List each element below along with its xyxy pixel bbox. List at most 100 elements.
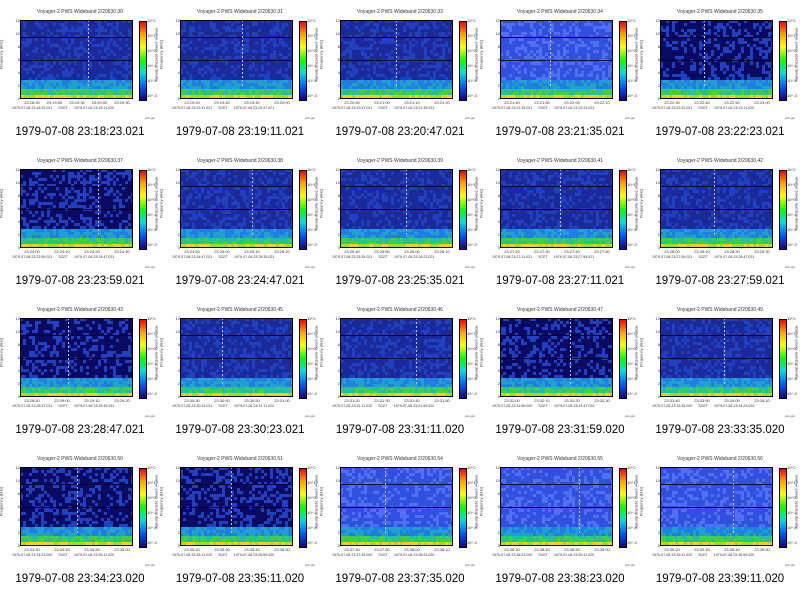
spectrogram-pixel [346,80,349,83]
tile-caption[interactable]: 1979-07-08 23:18:23.021 [0,126,160,138]
spectrogram-pixel [71,68,74,71]
spectrogram-pixel [59,229,62,232]
spectrogram-tile[interactable]: Voyager-2 PWS Wideband 2/20630.38 Frequen… [158,149,320,298]
spectrogram-pixel [415,175,418,178]
spectrogram-tile[interactable]: Voyager-2 PWS Wideband 2/20630.39 Frequen… [318,149,480,298]
spectrogram-pixel [20,235,23,238]
spectrogram-pixel [71,29,74,32]
dashed-marker [550,76,551,78]
spectrogram-pixel [44,178,47,181]
spectrogram-pixel [35,190,38,193]
spectrogram-pixel [448,214,451,217]
spectrogram-pixel [756,32,759,35]
spectrogram-pixel [113,193,116,196]
spectrogram-pixel [762,38,765,41]
spectrogram-pixel [243,50,246,53]
spectrogram-pixel [65,47,68,50]
spectrogram-pixel [584,98,587,99]
tile-caption[interactable]: 1979-07-08 23:19:11.021 [160,126,320,138]
spectrogram-pixel [403,95,406,98]
spectrogram-pixel [388,241,391,244]
spectrogram-tile[interactable]: Voyager-2 PWS Wideband 2/20630.34 Frequen… [478,0,640,149]
spectrogram-pixel [131,229,133,232]
spectrogram-pixel [445,226,448,229]
spectrogram-pixel [234,29,237,32]
dashed-marker [252,217,253,219]
spectrogram-pixel [509,229,512,232]
dashed-marker [396,56,397,58]
spectrogram-tile[interactable]: Voyager-2 PWS Wideband 2/20630.31 Frequen… [158,0,320,149]
spectrogram-pixel [53,193,56,196]
spectrogram-tile[interactable]: Voyager-2 PWS Wideband 2/20630.37 Frequen… [0,149,160,298]
spectrogram-pixel [352,86,355,89]
spectrogram-pixel [288,62,291,65]
spectrogram-pixel [397,86,400,89]
spectrogram-pixel [376,74,379,77]
spectrogram-pixel [563,98,566,99]
spectrogram-pixel [367,235,370,238]
tile-caption[interactable]: 1979-07-08 23:21:35.021 [480,126,640,138]
spectrogram-pixel [409,53,412,56]
spectrogram-pixel [536,178,539,181]
spectrogram-pixel [406,244,409,247]
spectrogram-pixel [77,80,80,83]
tile-caption[interactable]: 1979-07-08 23:23:59.021 [0,275,160,287]
spectrogram-pixel [198,232,201,235]
spectrogram-pixel [23,68,26,71]
spectrogram-pixel [104,181,107,184]
spectrogram-pixel [418,196,421,199]
spectrogram-pixel [548,86,551,89]
spectrogram-pixel [340,238,343,241]
spectrogram-pixel [708,41,711,44]
spectrogram-pixel [225,202,228,205]
spectrogram-pixel [442,53,445,56]
tile-caption[interactable]: 1979-07-08 23:24:47.021 [160,275,320,287]
spectrogram-pixel [747,32,750,35]
dashed-marker [252,221,253,223]
spectrogram-pixel [29,202,32,205]
spectrogram-pixel [367,38,370,41]
spectrogram-pixel [213,83,216,86]
tile-caption[interactable]: 1979-07-08 23:22:23.021 [640,126,800,138]
tile-caption[interactable]: 1979-07-08 23:20:47.021 [320,126,480,138]
spectrogram-pixel [436,89,439,92]
spectrogram-pixel [602,95,605,98]
spectrogram-pixel [584,187,587,190]
spectrogram-pixel [536,187,539,190]
spectrogram-tile[interactable]: Voyager-2 PWS Wideband 2/20630.30 Frequen… [0,0,160,149]
dashed-marker [396,76,397,78]
spectrogram-pixel [521,83,524,86]
spectrogram-pixel [270,32,273,35]
spectrogram-pixel [506,214,509,217]
spectrogram-pixel [246,229,249,232]
spectrogram-pixel [391,187,394,190]
dashed-marker [406,177,407,179]
spectrogram-pixel [687,86,690,89]
spectrogram-pixel [714,86,717,89]
y-axis-ticks: 12 10 8 6 4 2 0 [492,18,500,101]
spectrogram-pixel [86,92,89,95]
spectrogram-pixel [530,74,533,77]
spectrogram-pixel [29,86,32,89]
spectrogram-pixel [436,83,439,86]
spectrogram-pixel [723,71,726,74]
spectrogram-pixel [421,232,424,235]
spectrogram-pixel [590,211,593,214]
spectrogram-pixel [563,178,566,181]
spectrogram-pixel [409,83,412,86]
spectrogram-pixel [198,235,201,238]
spectrogram-pixel [213,241,216,244]
spectrogram-pixel [180,98,183,99]
spectrogram-pixel [228,235,231,238]
spectrogram-tile[interactable]: Voyager-2 PWS Wideband 2/20630.41 Frequen… [478,149,640,298]
spectrogram-pixel [605,80,608,83]
colorbar-tick-label: 10^2 [787,18,796,23]
spectrogram-pixel [243,220,246,223]
spectrogram-pixel [83,220,86,223]
spectrogram-tile[interactable]: Voyager-2 PWS Wideband 2/20630.33 Frequen… [318,0,480,149]
spectrogram-pixel [515,220,518,223]
spectrogram-pixel [41,241,44,244]
spectrogram-pixel [554,80,557,83]
tile-caption[interactable]: 1979-07-08 23:25:35.021 [320,275,480,287]
spectrogram-tile[interactable]: Voyager-2 PWS Wideband 2/20630.35 Frequen… [638,0,800,149]
